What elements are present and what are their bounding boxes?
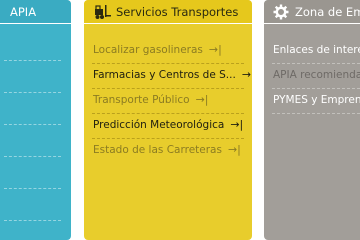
link-transporte-publico[interactable]: Transporte Público →|: [93, 89, 244, 111]
apia-panel: APIA: [0, 0, 71, 240]
divider: [272, 113, 360, 114]
divider: [4, 188, 61, 189]
apia-panel-body: [0, 28, 71, 240]
link-apia-recomienda[interactable]: APIA recomienda: [273, 64, 360, 86]
divider: [4, 220, 61, 221]
servicios-transportes-panel: Servicios Transportes Localizar gasoline…: [84, 0, 252, 240]
servicios-transportes-title: Servicios Transportes: [116, 5, 239, 19]
forklift-icon: [95, 5, 111, 19]
zona-empresas-header[interactable]: Zona de Empr: [264, 0, 360, 24]
arrow-to-bar-icon: →|: [227, 143, 241, 156]
arrow-to-bar-icon: →|: [195, 93, 209, 106]
servicios-transportes-header[interactable]: Servicios Transportes: [84, 0, 252, 24]
arrow-to-bar-icon: →|: [230, 118, 244, 131]
divider: [4, 92, 61, 93]
divider: [4, 60, 61, 61]
link-prediccion-meteorologica[interactable]: Predicción Meteorológica →|: [93, 114, 244, 136]
gear-icon: [273, 4, 289, 20]
arrow-to-bar-icon: →|: [241, 68, 252, 81]
apia-panel-title: APIA: [10, 5, 37, 19]
zona-empresas-panel: Zona de Empr Enlaces de interés APIA rec…: [264, 0, 360, 240]
divider: [4, 124, 61, 125]
link-farmacias-centros[interactable]: Farmacias y Centros de S...→|: [93, 64, 252, 86]
arrow-to-bar-icon: →|: [208, 43, 222, 56]
zona-empresas-list: Enlaces de interés APIA recomienda PYMES…: [264, 28, 360, 240]
link-enlaces-interes[interactable]: Enlaces de interés: [273, 39, 360, 61]
link-estado-carreteras[interactable]: Estado de las Carreteras →|: [93, 139, 244, 161]
link-localizar-gasolineras[interactable]: Localizar gasolineras →|: [93, 39, 244, 61]
apia-panel-header[interactable]: APIA: [0, 0, 71, 24]
zona-empresas-title: Zona de Empr: [295, 5, 360, 19]
servicios-transportes-list: Localizar gasolineras →| Farmacias y Cent…: [84, 28, 252, 240]
link-pymes-emprendedores[interactable]: PYMES y Emprende: [273, 89, 360, 111]
divider: [4, 156, 61, 157]
